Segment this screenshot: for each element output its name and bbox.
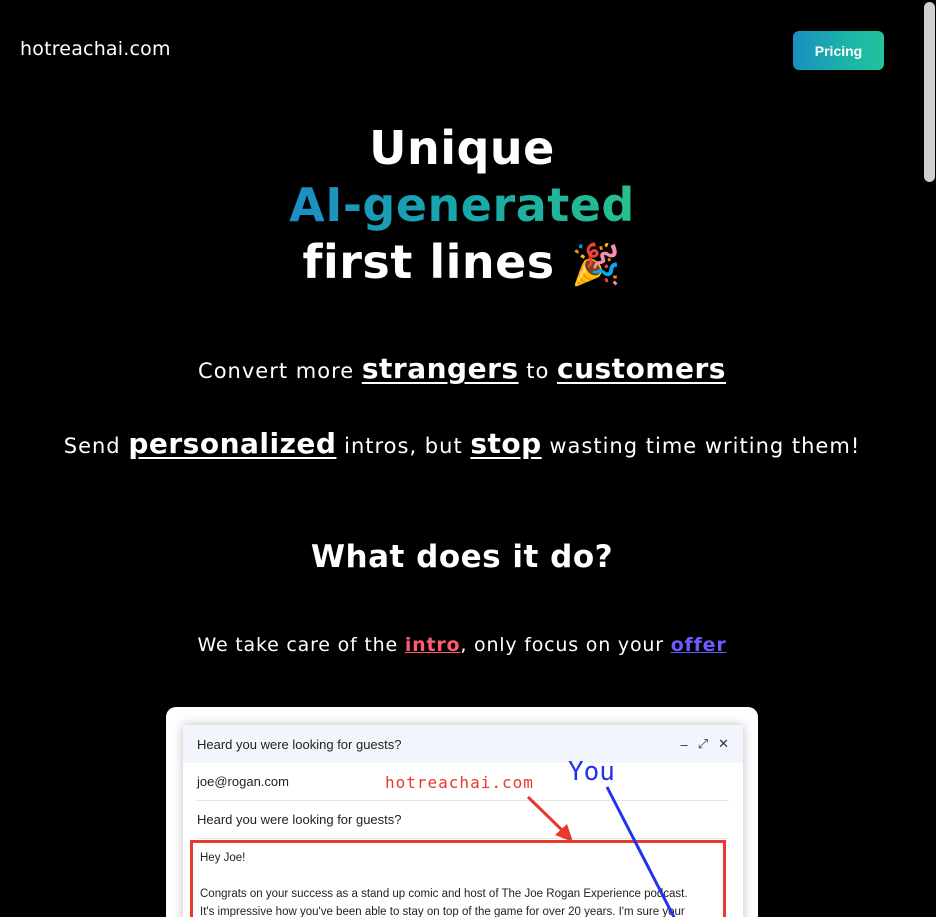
tagline-2-text-e: wasting time writing them! <box>541 434 861 458</box>
hero-line-3: first lines 🎉 <box>0 234 924 294</box>
hero-line-3-text: first lines <box>302 235 555 289</box>
subtitle-text-a: We take care of the <box>197 634 405 656</box>
tagline-customers: customers <box>556 352 726 385</box>
tagline-1-text-c: to <box>518 359 557 383</box>
scrollbar-thumb[interactable] <box>924 2 935 182</box>
intro-link[interactable]: intro <box>405 634 461 656</box>
hero-line-2: AI-generated <box>0 177 924 234</box>
site-logo[interactable]: hotreachai.com <box>20 38 171 60</box>
red-arrow-icon <box>526 795 573 842</box>
tagline-2-text-a: Send <box>63 434 129 458</box>
scrollbar-track[interactable] <box>923 0 936 917</box>
tagline-personalized: personalized <box>128 427 337 460</box>
page: hotreachai.com Pricing Unique AI-generat… <box>0 0 936 917</box>
pricing-button[interactable]: Pricing <box>793 31 884 70</box>
hero-gradient-text: AI-generated <box>289 178 635 232</box>
annotation-arrows <box>526 786 676 917</box>
email-preview-card: Heard you were looking for guests? – ⤢ ✕… <box>166 707 758 917</box>
tagline-1-text-a: Convert more <box>198 359 362 383</box>
tagline-2-text-c: intros, but <box>336 434 471 458</box>
tagline-convert: Convert more strangers to customers <box>0 352 924 385</box>
section-title: What does it do? <box>310 539 614 575</box>
tagline-stop: stop <box>470 427 542 460</box>
tagline-strangers: strangers <box>361 352 519 385</box>
blue-arrow-icon <box>605 786 676 917</box>
hero-heading: Unique AI-generated first lines 🎉 <box>0 120 924 294</box>
hero-line-1: Unique <box>369 121 555 175</box>
tagline-send: Send personalized intros, but stop wasti… <box>0 427 924 460</box>
subtitle-text-b: , only focus on your <box>460 634 671 656</box>
section-subtitle: We take care of the intro, only focus on… <box>0 634 924 656</box>
offer-link[interactable]: offer <box>671 634 727 656</box>
party-popper-icon: 🎉 <box>571 242 622 288</box>
email-compose-window: Heard you were looking for guests? – ⤢ ✕… <box>183 725 743 917</box>
